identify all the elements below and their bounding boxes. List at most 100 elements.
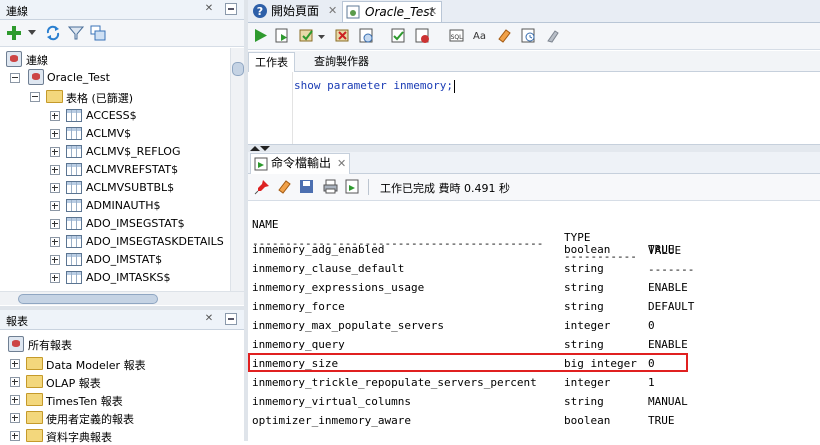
folder-icon [26,393,43,406]
reports-root-label: 所有報表 [28,339,72,352]
param-name: inmemory_max_populate_servers [252,319,445,332]
table-label: ACLMV$_REFLOG [86,145,181,158]
expand-icon[interactable] [50,165,60,175]
highlight-box [248,353,688,372]
table-icon [66,163,82,176]
param-name: optimizer_inmemory_aware [252,414,411,427]
close-panel-icon[interactable]: ✕ [203,313,215,325]
folder-icon [26,357,43,370]
param-value: 0 [648,319,655,332]
expand-icon[interactable] [50,219,60,229]
table-label: ADO_IMSTAT$ [86,253,163,266]
rollback-icon[interactable] [334,27,351,44]
param-name: inmemory_virtual_columns [252,395,411,408]
scroll-thumb[interactable] [18,294,158,304]
param-name: inmemory_trickle_repopulate_servers_perc… [252,376,537,389]
expand-icon[interactable] [50,201,60,211]
expand-icon[interactable] [10,377,20,387]
unshared-icon[interactable] [544,27,561,44]
expand-icon[interactable] [50,273,60,283]
collapse-icon[interactable] [30,92,40,102]
divider-value: ------- [648,263,695,276]
table-icon [66,217,82,230]
connections-toolbar [0,20,244,47]
table-icon [66,127,82,140]
sql-editor[interactable]: show parameter inmemory; [248,72,820,144]
tab-worksheet[interactable]: 工作表 [248,52,295,73]
collapse-icon[interactable] [10,73,20,83]
database-connection-icon [28,69,44,85]
format-icon[interactable]: SQL [448,27,465,44]
minimize-panel-icon[interactable] [225,313,237,325]
clear-icon[interactable] [496,27,513,44]
dropdown-arrow-icon[interactable] [28,30,36,36]
eraser-icon[interactable] [276,178,293,195]
param-type: boolean [564,414,611,427]
schema-browser-icon[interactable] [90,25,106,41]
expand-icon[interactable] [50,111,60,121]
toolbar-divider [368,179,369,195]
tab-oracle-test[interactable]: Oracle_Test ✕ [342,1,442,22]
close-tab-icon[interactable]: ✕ [337,154,346,173]
output-toolbar: 工作已完成 費時 0.491 秒 [248,174,820,201]
tree-root-label: 連線 [26,54,48,67]
pin-icon[interactable] [254,178,271,195]
help-icon: ? [253,4,267,18]
collapse-down-icon[interactable] [260,145,270,151]
param-type: string [564,395,604,408]
connections-tree: 連線 Oracle_Test 表格 (已篩選) ACCESS$ ACLMV$ A… [0,48,230,291]
tab-query-builder[interactable]: 查詢製作器 [308,52,375,71]
close-panel-icon[interactable]: ✕ [203,3,215,15]
param-type: string [564,262,604,275]
close-tab-icon[interactable]: ✕ [328,1,337,21]
sql-tuning-icon[interactable] [414,27,431,44]
refresh-icon[interactable] [44,24,62,42]
expand-icon[interactable] [50,183,60,193]
run-statement-icon[interactable] [252,27,269,44]
svg-text:?: ? [257,5,263,18]
expand-icon[interactable] [10,413,20,423]
tab-script-output[interactable]: 命令檔輸出 ✕ [250,153,350,174]
add-icon[interactable] [6,25,22,41]
collapse-up-icon[interactable] [250,145,260,151]
script-output-text[interactable]: NAME TYPE VALUE ------------------------… [248,201,820,441]
save-icon[interactable] [298,178,315,195]
report-label: OLAP 報表 [46,377,101,390]
explain-plan-icon[interactable] [390,27,407,44]
script-output-icon [254,157,268,171]
expand-icon[interactable] [10,359,20,369]
close-tab-icon[interactable]: ✕ [428,2,437,22]
run-script-icon[interactable] [274,27,291,44]
autotrace-icon[interactable] [358,27,375,44]
connections-panel-title: 連線 [6,5,28,18]
expand-icon[interactable] [50,129,60,139]
table-icon [66,145,82,158]
tab-start-page[interactable]: ? 開始頁面 ✕ [250,1,338,21]
scroll-thumb[interactable] [232,62,244,76]
uppercase-icon[interactable]: Aa [472,27,489,44]
expand-icon[interactable] [10,395,20,405]
filter-icon[interactable] [68,25,84,41]
table-label: ADO_IMSEGTASKDETAILS [86,235,224,248]
param-type: integer [564,376,611,389]
commit-icon[interactable] [298,27,315,44]
expand-icon[interactable] [10,431,20,441]
tree-horizontal-scrollbar[interactable] [0,291,244,305]
save-file-icon[interactable] [344,178,361,195]
report-label: Data Modeler 報表 [46,359,146,372]
sql-code[interactable]: show parameter inmemory; [294,79,455,93]
dropdown-arrow-icon[interactable] [318,35,325,40]
history-icon[interactable] [520,27,537,44]
minimize-panel-icon[interactable] [225,3,237,15]
folder-icon [26,429,43,442]
print-icon[interactable] [322,178,339,195]
table-label: ACLMVREFSTAT$ [86,163,179,176]
param-value: TRUE [648,414,675,427]
expand-icon[interactable] [50,255,60,265]
line-gutter [248,72,293,144]
expand-icon[interactable] [50,147,60,157]
table-icon [66,181,82,194]
table-label: ACLMVSUBTBL$ [86,181,175,194]
tree-vertical-scrollbar[interactable] [230,48,244,291]
expand-icon[interactable] [50,237,60,247]
